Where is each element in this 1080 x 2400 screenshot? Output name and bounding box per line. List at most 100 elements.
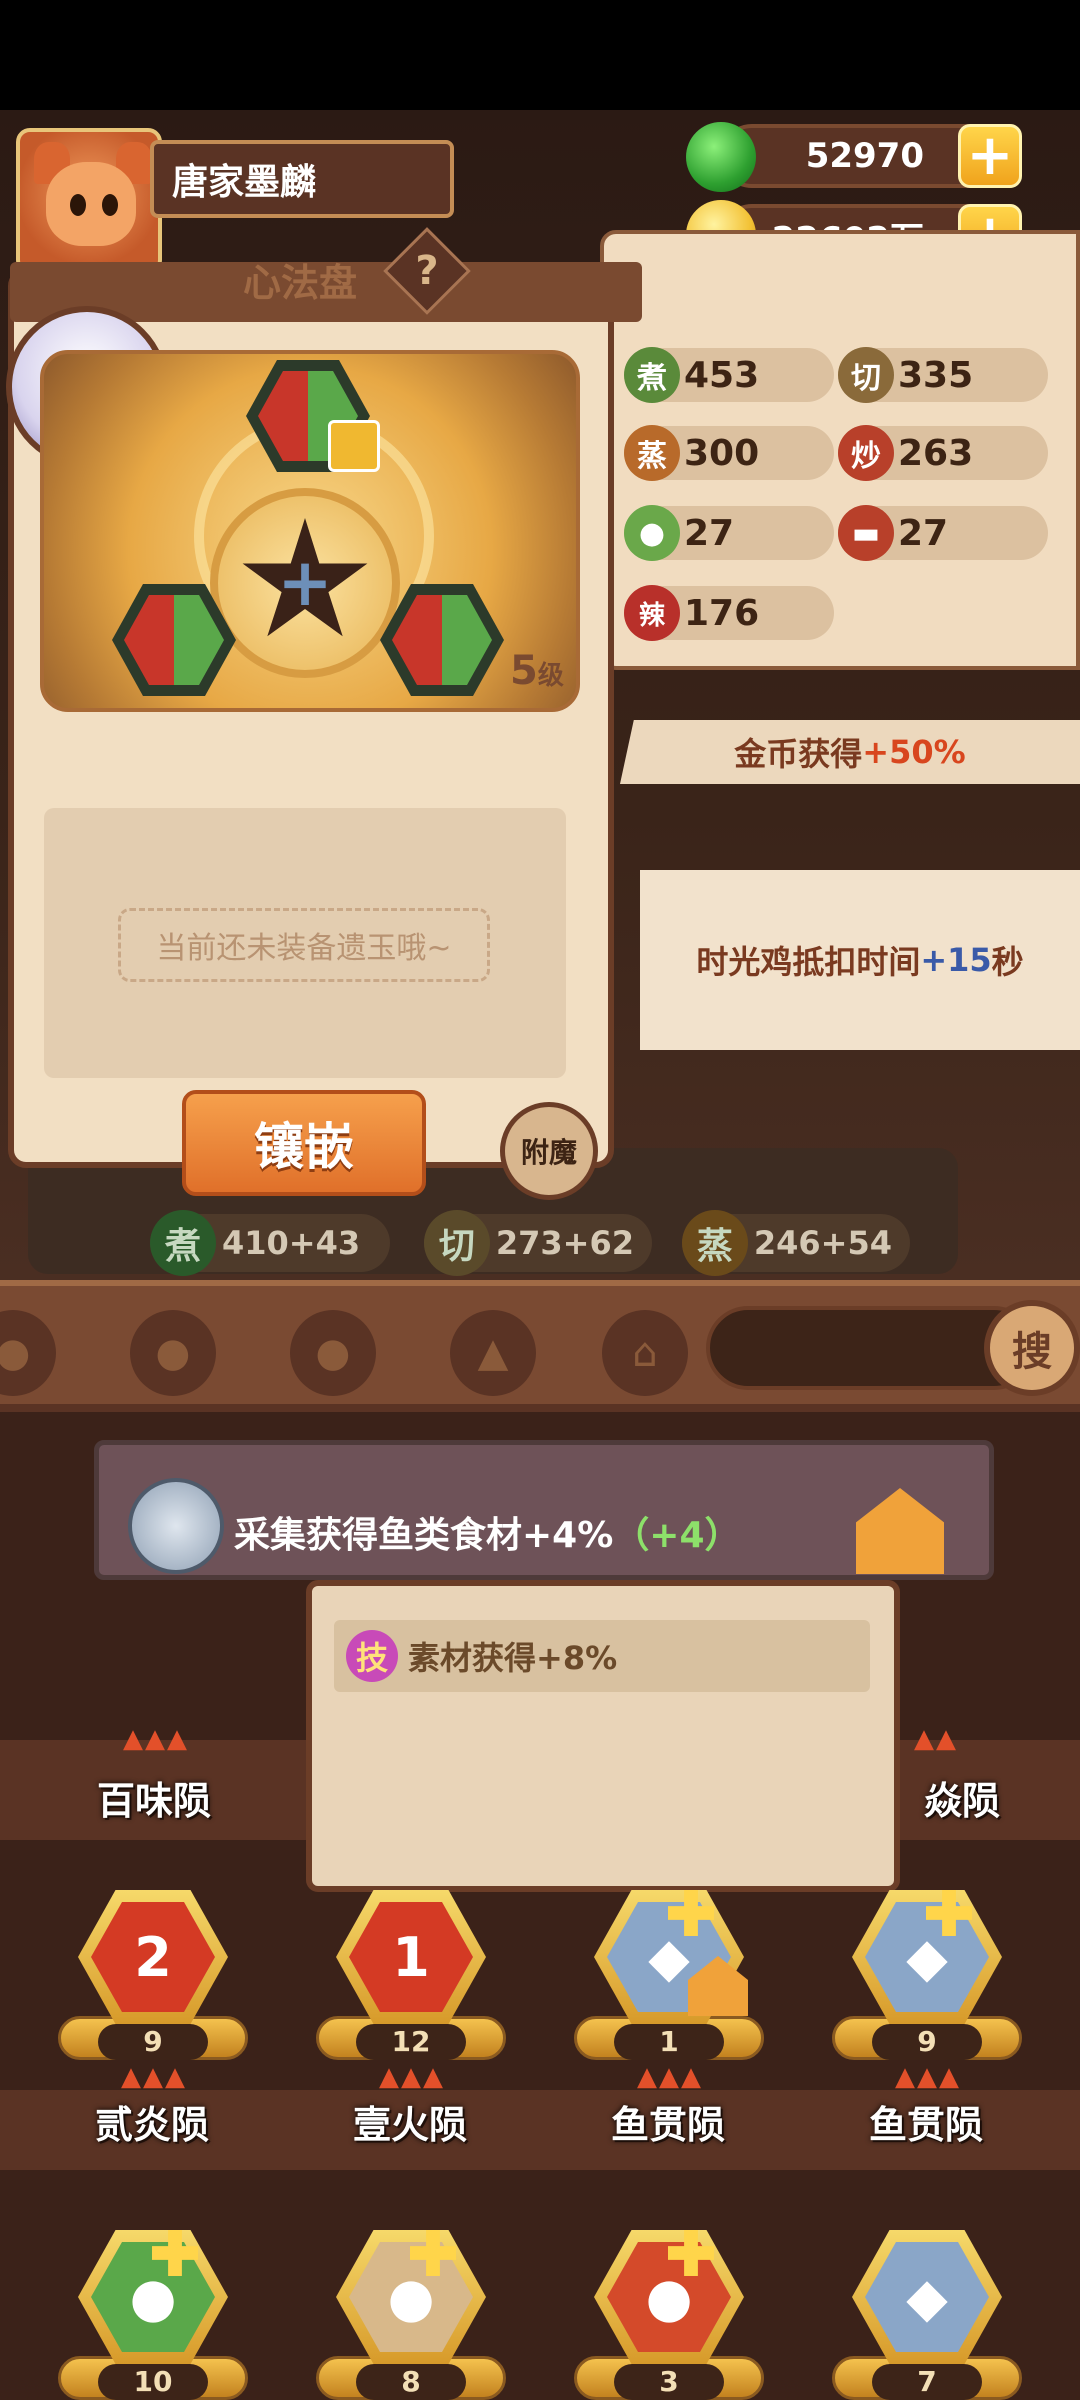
boil-icon: 煮 [624, 347, 680, 403]
jade-amount: 52970 [805, 136, 924, 176]
stat-boil: 煮 453 [624, 347, 834, 403]
stirfry-icon: 炒 [838, 425, 894, 481]
empty-relic-message: 当前还未装备遗玉哦~ [118, 908, 490, 982]
stat-value: 263 [898, 432, 974, 474]
jade-icon [686, 122, 756, 192]
bag-icon: ● [155, 1330, 191, 1376]
gold-buff: 金币获得 +50% [620, 720, 1080, 784]
stat-spicy: 辣 176 [624, 585, 834, 641]
stat-value: 300 [684, 432, 760, 474]
steam-icon: 蒸 [682, 1210, 748, 1276]
chicken-buff-value: +15 [920, 941, 992, 979]
house-icon: ⌂ [632, 1330, 658, 1376]
stat-value: 453 [684, 354, 760, 396]
fish-icon [128, 1478, 224, 1574]
meat-icon: ▬ [838, 505, 894, 561]
enchant-button[interactable]: 附魔 [500, 1102, 598, 1200]
item-card[interactable]: 2 9 ▲▲▲ 贰炎陨 [48, 1890, 258, 2150]
meat-vegetable-icon [392, 595, 492, 685]
gem-icon: 2 [78, 1890, 228, 2024]
item-card[interactable]: 1 12 ▲▲▲ 壹火陨 [306, 1890, 516, 2150]
flames-icon: ▲▲▲ [123, 1724, 189, 1754]
search-button[interactable]: 搜 [984, 1300, 1080, 1396]
item-card[interactable]: ◆ 1 ▲▲▲ 鱼贯陨 [564, 1890, 774, 2150]
gem-badge-icon [328, 420, 380, 472]
item-label: 鱼贯陨 [610, 2103, 725, 2147]
item-label: 贰炎陨 [94, 2103, 209, 2147]
meat-vegetable-icon [124, 595, 224, 685]
chicken-buff-label: 时光鸡抵扣时间 [696, 943, 921, 981]
level-number: 5 [510, 648, 538, 694]
stat-value: 27 [684, 512, 735, 554]
chicken-buff-unit: 秒 [991, 943, 1024, 981]
item-count: 8 [356, 2364, 466, 2400]
gold-buff-label: 金币获得 [734, 735, 863, 773]
item-count: 7 [872, 2364, 982, 2400]
tab-pan[interactable]: ● [290, 1310, 376, 1396]
gem-icon: 1 [336, 1890, 486, 2024]
question-icon: ? [415, 248, 439, 294]
tab-house[interactable]: ⌂ [602, 1310, 688, 1396]
gem-glyph: 2 [91, 1902, 215, 2012]
board-level: 5级 [510, 648, 564, 694]
tooltip-row: 技 素材获得+8% [334, 1620, 870, 1692]
item-label: 鱼贯陨 [868, 2103, 983, 2147]
tab-fire[interactable]: ▲ [450, 1310, 536, 1396]
lower-stat-boil: 煮 410+43 [150, 1210, 390, 1276]
player-avatar[interactable] [16, 128, 162, 274]
eye-icon [70, 194, 86, 216]
item-card[interactable]: ● 8 [306, 2230, 516, 2400]
banner-bonus: （+4） [613, 1515, 741, 1556]
item-count: 9 [872, 2024, 982, 2060]
lower-stat-value: 273+62 [495, 1224, 634, 1262]
gold-buff-value: +50% [862, 733, 966, 771]
cabbage-icon: ● [624, 505, 680, 561]
tab-bag[interactable]: ● [130, 1310, 216, 1396]
item-card[interactable]: ◆ 7 [822, 2230, 1032, 2400]
item-card[interactable]: ● 3 [564, 2230, 774, 2400]
fish-icon: ◆ [865, 2242, 989, 2352]
stat-value: 335 [898, 354, 974, 396]
flames-icon: ▲▲ [914, 1724, 958, 1754]
item-label: 百味陨 [96, 1779, 211, 1823]
skill-badge-icon: 技 [346, 1630, 398, 1682]
flames-icon: ▲▲▲ [121, 2062, 187, 2092]
drumstick-icon: ● [0, 1330, 31, 1376]
lower-stat-cut: 切 273+62 [424, 1210, 652, 1276]
center-slot[interactable]: + [210, 488, 400, 678]
panel-title: 心法盘 [242, 261, 357, 305]
cut-icon: 切 [424, 1210, 490, 1276]
flames-icon: ▲▲▲ [637, 2062, 703, 2092]
stat-value: 27 [898, 512, 949, 554]
status-bar [0, 0, 1080, 110]
inlay-button[interactable]: 镶嵌 [182, 1090, 426, 1196]
stat-vegetable: ● 27 [624, 505, 834, 561]
level-suffix: 级 [537, 661, 564, 691]
steam-icon: 蒸 [624, 425, 680, 481]
face-icon [46, 162, 136, 246]
banner-effect: 采集获得鱼类食材+4% [234, 1515, 614, 1556]
spicy-icon: 辣 [624, 585, 680, 641]
flames-icon: ▲▲▲ [895, 2062, 961, 2092]
lower-stat-value: 246+54 [753, 1224, 892, 1262]
item-card[interactable]: ● 10 [48, 2230, 258, 2400]
item-label: 壹火陨 [352, 2103, 467, 2147]
item-count: 3 [614, 2364, 724, 2400]
add-jade-button[interactable]: + [958, 124, 1022, 188]
lower-stat-value: 410+43 [222, 1224, 361, 1262]
chicken-buff: 时光鸡抵扣时间 +15 秒 [640, 870, 1080, 1050]
lower-stat-steam: 蒸 246+54 [682, 1210, 910, 1276]
gem-glyph: 1 [349, 1902, 473, 2012]
stat-steam: 蒸 300 [624, 425, 834, 481]
item-count: 10 [98, 2364, 208, 2400]
item-count: 9 [98, 2024, 208, 2060]
pan-icon: ● [315, 1330, 351, 1376]
plus-icon: + [277, 544, 333, 621]
flames-icon: ▲▲▲ [379, 2062, 445, 2092]
cut-icon: 切 [838, 347, 894, 403]
eye-icon [102, 194, 118, 216]
stat-meat: ▬ 27 [838, 505, 1048, 561]
gem-icon: ◆ [852, 2230, 1002, 2364]
tooltip-text: 素材获得+8% [408, 1639, 618, 1677]
item-card[interactable]: ◆ 9 ▲▲▲ 鱼贯陨 [822, 1890, 1032, 2150]
